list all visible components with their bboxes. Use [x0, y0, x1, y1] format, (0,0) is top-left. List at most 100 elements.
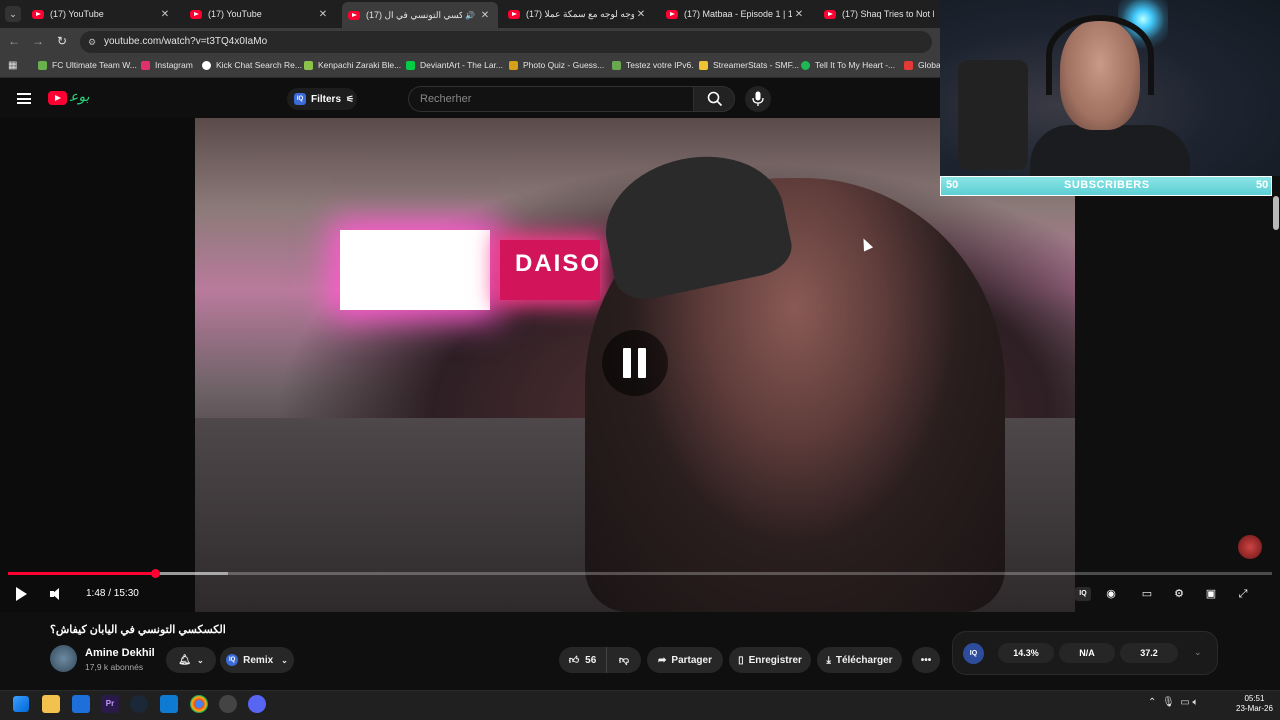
taskbar-clock[interactable]: 05:51 23-Mar-26	[1236, 694, 1273, 714]
iq-stat-score: 37.2	[1120, 643, 1178, 663]
more-actions-button[interactable]: •••	[912, 647, 940, 673]
dislike-button[interactable]: 👎︎	[606, 647, 641, 673]
iq-logo-icon[interactable]: IQ	[963, 643, 984, 664]
channel-logo-art[interactable]: ﺑﻮﻋ	[70, 88, 108, 108]
clock-date: 23-Mar-26	[1236, 704, 1273, 713]
system-tray[interactable]: ⌃ 🎙︎ ▭ 🔈︎	[1148, 697, 1198, 708]
bookmark-kenpachi[interactable]: Kenpachi Zaraki Ble...	[304, 60, 401, 70]
tab-active-video[interactable]: (17) الكسكسي التونسي في ال🔊✕	[342, 2, 498, 28]
site-info-icon[interactable]: ⚙	[88, 31, 96, 53]
tab-matbaa[interactable]: (17) Matbaa - Episode 1 | 1 الحلقة✕	[660, 3, 812, 25]
download-button[interactable]: ⤓ Télécharger	[817, 647, 902, 673]
microphone-tray-icon[interactable]: 🎙︎	[1162, 697, 1175, 708]
bookmark-fc-ultimate[interactable]: FC Ultimate Team W...	[38, 60, 137, 70]
bookmark-streamerstats[interactable]: StreamerStats - SMF...	[699, 60, 799, 70]
daiso-logo-text: DAISO	[515, 250, 602, 277]
bookmark-photo-quiz[interactable]: Photo Quiz - Guess...	[509, 60, 604, 70]
youtube-favicon-icon	[508, 9, 520, 19]
tab-list-icon[interactable]: ⌄	[5, 6, 21, 22]
windows-start-icon[interactable]	[13, 696, 29, 712]
bookmark-favicon-icon	[304, 60, 313, 70]
iq-stat-na: N/A	[1059, 643, 1115, 663]
bookmark-instagram[interactable]: Instagram	[141, 60, 193, 70]
search-button[interactable]	[693, 86, 735, 112]
search-input[interactable]: Recherher	[408, 86, 693, 112]
close-tab-icon[interactable]: ✕	[316, 9, 330, 20]
file-explorer-icon[interactable]	[42, 695, 60, 713]
sliders-icon: ⚟	[346, 93, 355, 104]
youtube-logo-icon[interactable]	[48, 91, 67, 105]
play-icon[interactable]	[16, 587, 27, 601]
tab-title: (17) كنت وجه لوجه مع سمكة عملا	[526, 8, 634, 19]
bookmark-favicon-icon	[699, 60, 708, 70]
spotify-icon	[801, 60, 810, 70]
subtitles-icon[interactable]: ▭	[1139, 587, 1155, 601]
close-tab-icon[interactable]: ✕	[478, 10, 492, 21]
tab-video-fish[interactable]: (17) كنت وجه لوجه مع سمكة عملا✕	[502, 3, 654, 25]
tab-title: (17) Matbaa - Episode 1 | 1 الحلقة	[684, 8, 792, 19]
bookmark-favicon-icon	[38, 60, 47, 70]
youtube-favicon-icon	[824, 9, 836, 19]
bookmark-kick-chat[interactable]: Kick Chat Search Re...	[202, 60, 302, 70]
bookmarks-bar: ▦ FC Ultimate Team W... Instagram Kick C…	[0, 56, 941, 78]
reload-icon[interactable]: ↻	[54, 34, 70, 48]
steam-icon[interactable]	[130, 695, 148, 713]
page-scrollbar[interactable]	[1272, 196, 1280, 596]
remix-button[interactable]: IQ Remix ⌄	[220, 647, 294, 673]
progress-scrubber[interactable]	[151, 569, 160, 578]
filters-button[interactable]: IQ Filters ⚟	[287, 88, 357, 110]
apps-grid-icon[interactable]: ▦	[8, 60, 17, 71]
search-icon	[707, 91, 723, 107]
iq-player-icon[interactable]: IQ	[1075, 587, 1091, 601]
url-input[interactable]: ⚙ youtube.com/watch?v=t3TQ4x0IaMo	[80, 31, 932, 53]
address-bar-row: ← → ↻ ⚙ youtube.com/watch?v=t3TQ4x0IaMo	[0, 28, 940, 56]
app-icon[interactable]	[160, 695, 178, 713]
speaker-icon[interactable]: 🔊	[465, 11, 475, 20]
scrollbar-thumb[interactable]	[1273, 196, 1279, 230]
bookmark-deviantart[interactable]: DeviantArt - The Lar...	[406, 60, 503, 70]
thumbs-up-icon: 👍︎	[568, 655, 580, 666]
notification-bell-button[interactable]: 🔔︎ ⌄	[166, 647, 216, 673]
fullscreen-icon[interactable]: ⤢	[1235, 587, 1251, 601]
iq-badge-icon: IQ	[226, 654, 239, 666]
remix-label: Remix	[243, 654, 274, 666]
autoplay-toggle-icon[interactable]: ◉	[1103, 587, 1119, 601]
forward-icon[interactable]: →	[30, 34, 46, 48]
pause-overlay-button[interactable]	[602, 330, 668, 396]
outlook-icon[interactable]	[72, 695, 90, 713]
voice-search-button[interactable]	[745, 86, 771, 112]
hamburger-menu-icon[interactable]	[17, 93, 31, 104]
chevron-down-icon[interactable]: ⌄	[1194, 647, 1202, 658]
channel-name[interactable]: Amine Dekhil	[85, 647, 155, 659]
deviantart-icon	[406, 60, 415, 70]
like-button[interactable]: 👍︎ 56	[559, 647, 606, 673]
volume-icon[interactable]	[50, 588, 64, 600]
close-tab-icon[interactable]: ✕	[158, 9, 172, 20]
time-display: 1:48 / 15:30	[86, 588, 139, 599]
bookmark-globa[interactable]: Globa	[904, 60, 941, 70]
bookmark-spotify[interactable]: Tell It To My Heart -...	[801, 60, 895, 70]
save-button[interactable]: ▯ Enregistrer	[729, 647, 811, 673]
network-icon[interactable]: ▭	[1180, 697, 1189, 708]
tab-shaq[interactable]: (17) Shaq Tries to Not Make	[818, 3, 940, 25]
settings-gear-icon[interactable]: ⚙	[1171, 587, 1187, 601]
share-button[interactable]: ➦ Partager	[647, 647, 723, 673]
chevron-up-icon[interactable]: ⌃	[1148, 697, 1156, 708]
more-icon: •••	[920, 654, 932, 666]
speaker-tray-icon[interactable]: 🔈︎	[1192, 697, 1198, 708]
obs-icon[interactable]	[219, 695, 237, 713]
close-tab-icon[interactable]: ✕	[792, 9, 806, 20]
tab-youtube-1[interactable]: (17) YouTube ✕	[26, 3, 178, 25]
subscriber-goal-left: 50	[946, 179, 959, 191]
theater-mode-icon[interactable]: ▣	[1203, 587, 1219, 601]
bookmark-ipv6[interactable]: Testez votre IPv6.	[612, 60, 694, 70]
tab-youtube-2[interactable]: (17) YouTube ✕	[184, 3, 336, 25]
channel-avatar[interactable]	[50, 645, 77, 672]
close-tab-icon[interactable]: ✕	[634, 9, 648, 20]
bookmark-label: Kick Chat Search Re...	[216, 60, 302, 70]
back-icon[interactable]: ←	[6, 34, 22, 48]
premiere-icon[interactable]: Pr	[101, 695, 119, 713]
chrome-icon[interactable]	[190, 695, 208, 713]
discord-icon[interactable]	[248, 695, 266, 713]
tab-title: (17) الكسكسي التونسي في ال	[366, 9, 462, 20]
